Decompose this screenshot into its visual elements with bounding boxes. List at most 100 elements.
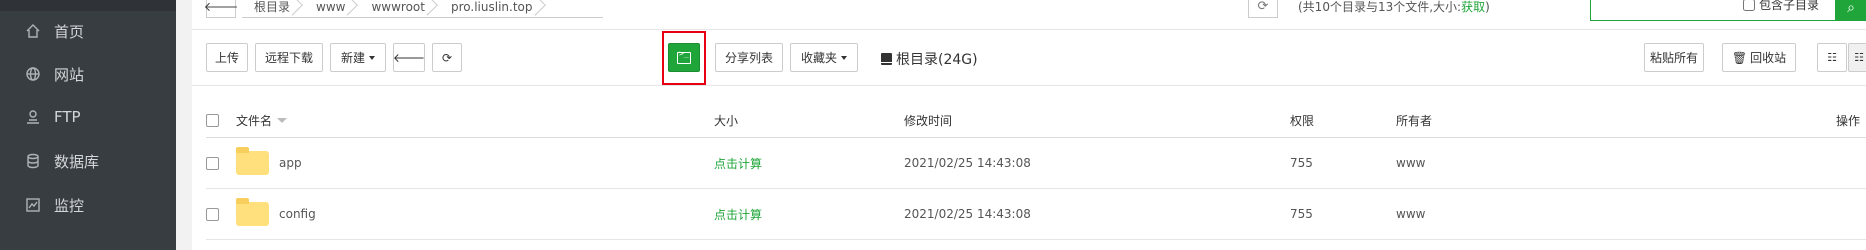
- globe-icon: [24, 65, 42, 83]
- home-icon: [24, 22, 42, 40]
- breadcrumb-item-site[interactable]: pro.liuslin.top: [438, 0, 547, 18]
- arrow-left-icon: 🡐: [392, 51, 426, 65]
- file-name[interactable]: app: [279, 156, 302, 170]
- database-icon: [24, 152, 42, 170]
- paste-all-label: 粘贴所有: [1650, 51, 1699, 65]
- remote-download-button[interactable]: 远程下载: [255, 43, 323, 72]
- trash-icon: 🗑: [1731, 50, 1748, 65]
- modified-time: 2021/02/25 14:43:08: [904, 207, 1031, 221]
- new-button-label: 新建: [340, 51, 365, 65]
- toolbar-divider: [192, 85, 1866, 86]
- calculate-size-link[interactable]: 获取: [1461, 0, 1485, 14]
- file-name[interactable]: config: [279, 207, 316, 221]
- upload-button[interactable]: 上传: [206, 43, 248, 72]
- back-button[interactable]: 🡐: [393, 43, 425, 72]
- breadcrumb: 根目录 www wwwroot pro.liuslin.top: [242, 0, 603, 18]
- search-icon: ⌕: [1847, 0, 1855, 16]
- column-permission[interactable]: 权限: [1290, 104, 1314, 137]
- sidebar-item-label: 数据库: [54, 152, 100, 171]
- file-manager-panel: 🡐 根目录 www wwwroot pro.liuslin.top ⟳ (共10…: [192, 0, 1866, 250]
- list-view-button[interactable]: ☷: [1817, 43, 1847, 72]
- search-input[interactable]: 包含子目录: [1590, 0, 1836, 21]
- refresh-icon: ⟳: [441, 50, 453, 65]
- directory-summary: (共10个目录与13个文件,大小:获取): [1298, 0, 1490, 15]
- favorites-dropdown-button[interactable]: 收藏夹: [790, 43, 858, 72]
- sidebar-item-website[interactable]: 网站: [0, 52, 176, 96]
- grid-icon: ☷: [1854, 51, 1864, 64]
- share-list-button[interactable]: 分享列表: [715, 43, 783, 72]
- folder-icon: [236, 147, 269, 175]
- upload-button-label: 上传: [215, 51, 240, 65]
- refresh-button[interactable]: ⟳: [432, 43, 462, 72]
- address-back-button[interactable]: 🡐: [203, 0, 239, 18]
- sidebar-item-monitor[interactable]: 监控: [0, 183, 176, 227]
- directory-summary-text: (共10个目录与13个文件,大小:: [1298, 0, 1462, 14]
- refresh-icon: ⟳: [1257, 0, 1269, 14]
- calculate-size-link[interactable]: 点击计算: [714, 189, 762, 239]
- column-mtime[interactable]: 修改时间: [904, 104, 952, 137]
- sidebar-item-label: FTP: [54, 108, 81, 126]
- sort-icon: [277, 118, 288, 123]
- column-name[interactable]: 文件名: [236, 104, 288, 137]
- include-subdir-checkbox[interactable]: [1742, 0, 1755, 11]
- column-operations: 操作: [1836, 114, 1861, 128]
- file-name-cell[interactable]: app: [236, 138, 302, 188]
- breadcrumb-input-area[interactable]: [546, 0, 603, 18]
- arrow-left-icon: 🡐: [203, 0, 239, 15]
- ftp-icon: [24, 108, 42, 126]
- sidebar-item-home[interactable]: 首页: [0, 9, 176, 53]
- row-checkbox-cell: [206, 189, 219, 239]
- sidebar: 首页 网站 FTP 数据库 监控: [0, 0, 176, 250]
- caret-down-icon: [369, 55, 375, 60]
- recycle-bin-label: 回收站: [1750, 51, 1787, 65]
- address-refresh-button[interactable]: ⟳: [1248, 0, 1278, 18]
- sidebar-item-label: 监控: [54, 196, 85, 215]
- breadcrumb-item-root[interactable]: 根目录: [242, 0, 305, 18]
- include-subdir-label: 包含子目录: [1758, 0, 1819, 12]
- sidebar-item-ftp[interactable]: FTP: [0, 95, 176, 139]
- file-toolbar: 上传 远程下载 新建 🡐 ⟳ 分享列表 收藏夹 根目录(24G) 粘贴所有: [192, 30, 1866, 86]
- breadcrumb-item-wwwroot[interactable]: wwwroot: [359, 0, 439, 18]
- owner-value: www: [1396, 207, 1426, 221]
- file-name-cell[interactable]: config: [236, 189, 316, 239]
- caret-down-icon: [841, 55, 847, 60]
- highlight-box: [662, 31, 706, 85]
- address-bar: 🡐 根目录 www wwwroot pro.liuslin.top ⟳ (共10…: [192, 0, 1866, 30]
- table-header: 文件名 大小 修改时间 权限 所有者 操作: [206, 104, 1866, 138]
- folder-icon: [236, 198, 269, 226]
- row-checkbox[interactable]: [206, 156, 219, 170]
- disk-indicator: 根目录(24G): [881, 49, 978, 69]
- owner-value: www: [1396, 156, 1426, 170]
- sidebar-item-database[interactable]: 数据库: [0, 139, 176, 183]
- new-dropdown-button[interactable]: 新建: [330, 43, 386, 72]
- calculate-size-link[interactable]: 点击计算: [714, 138, 762, 188]
- share-list-label: 分享列表: [724, 51, 773, 65]
- directory-summary-close: ): [1485, 0, 1490, 14]
- disk-label: 根目录(24G): [896, 52, 978, 68]
- disk-icon: [881, 53, 892, 65]
- recycle-bin-button[interactable]: 🗑 回收站: [1722, 43, 1796, 72]
- row-checkbox[interactable]: [206, 207, 219, 221]
- permission-value[interactable]: 755: [1290, 138, 1313, 188]
- modified-time: 2021/02/25 14:43:08: [904, 156, 1031, 170]
- remote-download-label: 远程下载: [264, 51, 313, 65]
- table-row[interactable]: config 点击计算 2021/02/25 14:43:08 755 www: [206, 189, 1866, 240]
- select-all-checkbox[interactable]: [206, 114, 219, 127]
- permission-value[interactable]: 755: [1290, 189, 1313, 239]
- sidebar-item-label: 首页: [54, 22, 85, 41]
- table-row[interactable]: app 点击计算 2021/02/25 14:43:08 755 www: [206, 138, 1866, 189]
- column-size[interactable]: 大小: [714, 104, 738, 137]
- favorites-label: 收藏夹: [800, 51, 837, 65]
- column-owner[interactable]: 所有者: [1396, 104, 1432, 137]
- breadcrumb-item-www[interactable]: www: [304, 0, 360, 18]
- column-name-label: 文件名: [236, 114, 273, 128]
- include-subdir-option[interactable]: 包含子目录: [1742, 0, 1819, 13]
- select-all-cell: [206, 104, 219, 137]
- paste-all-button[interactable]: 粘贴所有: [1644, 43, 1704, 72]
- monitor-icon: [24, 196, 42, 214]
- row-checkbox-cell: [206, 138, 219, 188]
- search-button[interactable]: ⌕: [1836, 0, 1866, 21]
- grid-view-icon: ☷: [1827, 51, 1837, 64]
- sidebar-item-label: 网站: [54, 65, 85, 84]
- grid-view-button[interactable]: ☷: [1848, 43, 1866, 72]
